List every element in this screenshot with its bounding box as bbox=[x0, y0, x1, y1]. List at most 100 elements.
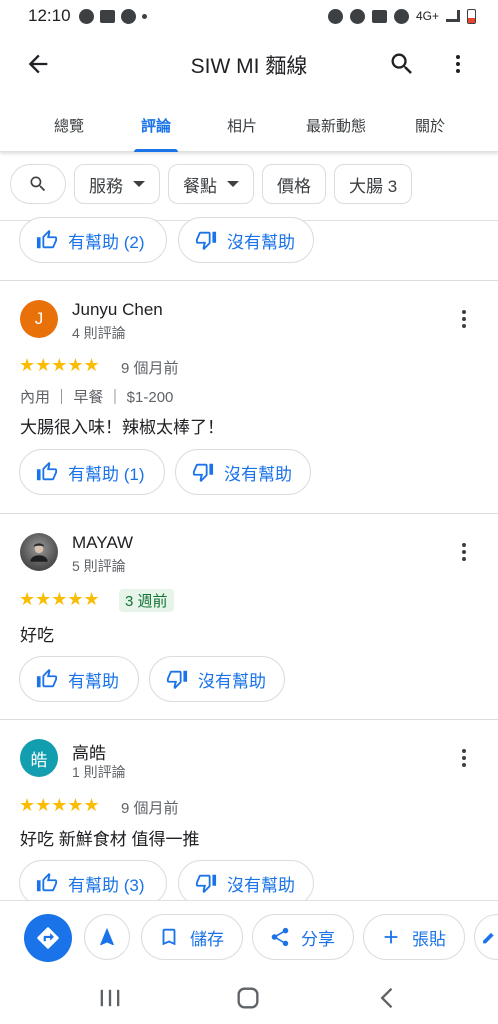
lock-icon bbox=[371, 9, 387, 23]
helpful-button[interactable]: 有幫助 (2) bbox=[19, 217, 167, 263]
review-count: 1 則評論 bbox=[72, 764, 126, 780]
post-label: 張貼 bbox=[412, 929, 446, 949]
signal-icon bbox=[446, 10, 460, 22]
battery-icon bbox=[467, 8, 476, 24]
filter-chip-service[interactable]: 服務 bbox=[74, 164, 160, 204]
notification-icons bbox=[78, 8, 147, 24]
system-nav-bar bbox=[0, 972, 498, 1024]
plus-icon bbox=[384, 930, 398, 944]
save-button[interactable]: 儲存 bbox=[141, 914, 243, 960]
reviewer-name[interactable]: Junyu Chen bbox=[72, 300, 163, 320]
system-icons: 4G+ bbox=[327, 8, 476, 24]
action-bar: 儲存 分享 張貼 bbox=[0, 900, 498, 972]
thumbs-up-icon bbox=[36, 668, 58, 688]
filter-chip-food[interactable]: 餐點 bbox=[168, 164, 254, 204]
more-options-icon[interactable] bbox=[452, 746, 476, 770]
status-time: 12:10 bbox=[28, 6, 71, 25]
more-options-icon[interactable] bbox=[446, 50, 470, 78]
review-text: 好吃 bbox=[20, 626, 54, 645]
thumbs-up-icon bbox=[36, 461, 58, 481]
tab-about[interactable]: 關於 bbox=[404, 98, 456, 152]
filter-chip-label: 服務 bbox=[89, 176, 123, 196]
recent-apps-icon[interactable] bbox=[96, 984, 124, 1012]
star-rating: ★★★★★ bbox=[19, 355, 100, 375]
profile-photo-icon bbox=[30, 543, 48, 562]
review-time: 9 個月前 bbox=[121, 360, 179, 377]
search-icon[interactable] bbox=[388, 50, 416, 78]
filter-chip-label: 大腸 3 bbox=[349, 176, 398, 196]
thumbs-up-icon bbox=[36, 872, 58, 892]
review-count: 5 則評論 bbox=[72, 558, 126, 574]
helpful-label: 有幫助 bbox=[68, 671, 119, 691]
avatar[interactable]: J bbox=[20, 300, 58, 338]
tab-bar: 總覽 評論 相片 最新動態 關於 bbox=[0, 98, 498, 152]
facebook-icon bbox=[78, 8, 94, 24]
directions-icon bbox=[37, 927, 59, 949]
star-rating: ★★★★★ bbox=[19, 795, 100, 815]
navigation-arrow-icon bbox=[100, 927, 114, 946]
helpful-label: 有幫助 (2) bbox=[68, 232, 145, 252]
share-label: 分享 bbox=[301, 929, 335, 949]
thumbs-down-icon bbox=[195, 231, 217, 251]
more-actions-button[interactable] bbox=[474, 914, 498, 960]
helpful-label: 有幫助 (3) bbox=[68, 875, 145, 895]
share-button[interactable]: 分享 bbox=[252, 914, 354, 960]
app-bar: SIW MI 麵線 bbox=[0, 38, 498, 90]
star-rating: ★★★★★ bbox=[19, 589, 100, 609]
network-label: 4G+ bbox=[415, 9, 439, 23]
not-helpful-label: 沒有幫助 bbox=[198, 671, 266, 691]
review-filters: 服務 餐點 價格 大腸 3 bbox=[10, 164, 413, 206]
review-time: 9 個月前 bbox=[121, 800, 179, 817]
review-meta: 內用 ｜ 早餐 ｜ $1-200 bbox=[20, 389, 174, 406]
not-helpful-label: 沒有幫助 bbox=[227, 232, 295, 252]
home-icon[interactable] bbox=[234, 984, 262, 1012]
not-helpful-button[interactable]: 沒有幫助 bbox=[178, 217, 314, 263]
tab-updates[interactable]: 最新動態 bbox=[300, 98, 372, 152]
location-icon bbox=[393, 8, 409, 24]
start-navigation-button[interactable] bbox=[84, 914, 130, 960]
filter-chip-intestine[interactable]: 大腸 3 bbox=[334, 164, 413, 204]
directions-button[interactable] bbox=[24, 914, 72, 962]
avatar[interactable]: 皓 bbox=[20, 739, 58, 777]
bookmark-icon bbox=[162, 928, 176, 946]
reviewer-name[interactable]: MAYAW bbox=[72, 533, 133, 553]
filter-chip-label: 餐點 bbox=[183, 176, 217, 196]
sync-icon bbox=[120, 8, 136, 24]
edit-icon bbox=[483, 932, 494, 944]
review-count: 4 則評論 bbox=[72, 325, 126, 341]
tab-overview[interactable]: 總覽 bbox=[38, 98, 100, 152]
post-button[interactable]: 張貼 bbox=[363, 914, 465, 960]
thumbs-down-icon bbox=[166, 670, 188, 690]
chevron-down-icon bbox=[227, 181, 239, 187]
more-options-icon[interactable] bbox=[452, 307, 476, 331]
tab-photos[interactable]: 相片 bbox=[218, 98, 266, 152]
thumbs-up-icon bbox=[36, 229, 58, 249]
search-reviews-chip[interactable] bbox=[10, 164, 66, 204]
gallery-icon bbox=[99, 9, 115, 23]
share-icon bbox=[271, 927, 289, 947]
review-divider bbox=[0, 513, 498, 514]
alarm-icon bbox=[327, 8, 343, 24]
chevron-down-icon bbox=[133, 181, 145, 187]
mute-icon bbox=[349, 8, 365, 24]
more-notifications-icon bbox=[141, 13, 147, 19]
tab-reviews[interactable]: 評論 bbox=[134, 98, 178, 152]
not-helpful-button[interactable]: 沒有幫助 bbox=[175, 449, 311, 495]
not-helpful-button[interactable]: 沒有幫助 bbox=[149, 656, 285, 702]
more-options-icon[interactable] bbox=[452, 540, 476, 564]
review-time-badge: 3 週前 bbox=[119, 589, 174, 612]
avatar[interactable] bbox=[20, 533, 58, 571]
review-text: 大腸很入味！辣椒太棒了！ bbox=[20, 418, 224, 437]
review-divider bbox=[0, 280, 498, 281]
helpful-label: 有幫助 (1) bbox=[68, 464, 145, 484]
helpful-button[interactable]: 有幫助 bbox=[19, 656, 139, 702]
back-nav-icon[interactable] bbox=[374, 984, 402, 1012]
reviewer-name[interactable]: 高皓 bbox=[72, 739, 106, 764]
search-icon bbox=[30, 176, 46, 192]
not-helpful-label: 沒有幫助 bbox=[227, 875, 295, 895]
review-divider bbox=[0, 719, 498, 720]
helpful-button[interactable]: 有幫助 (1) bbox=[19, 449, 165, 495]
not-helpful-label: 沒有幫助 bbox=[224, 464, 292, 484]
page-title: SIW MI 麵線 bbox=[190, 55, 308, 78]
filter-chip-price[interactable]: 價格 bbox=[262, 164, 326, 204]
